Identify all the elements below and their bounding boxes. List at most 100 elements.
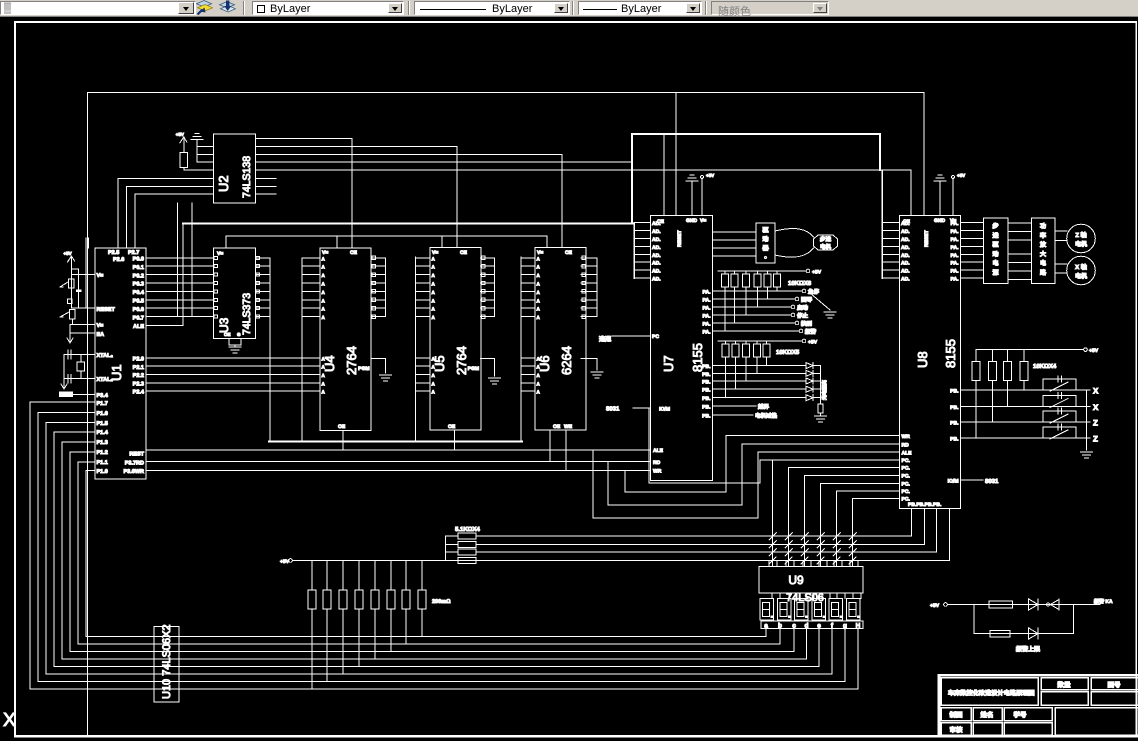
- svg-text:EA: EA: [97, 332, 105, 338]
- svg-text:PB.: PB.: [950, 421, 959, 427]
- svg-text:6264: 6264: [559, 346, 574, 375]
- svg-text:OE: OE: [448, 424, 456, 430]
- svg-text:A: A: [537, 282, 541, 287]
- svg-text:PC.: PC.: [902, 482, 911, 488]
- svg-text:AD.: AD.: [652, 237, 661, 243]
- svg-text:Z: Z: [1093, 419, 1098, 428]
- svg-text:PA.: PA.: [703, 330, 712, 336]
- svg-text:电: 电: [1040, 259, 1046, 267]
- svg-text:电机: 电机: [1075, 240, 1087, 248]
- svg-text:V≡: V≡: [97, 323, 104, 329]
- svg-text:P1.0: P1.0: [97, 469, 108, 475]
- svg-text:X 轴: X 轴: [1075, 263, 1087, 271]
- svg-text:换刷: 换刷: [801, 321, 813, 328]
- svg-text:PB.: PB.: [950, 389, 959, 395]
- svg-text:PA.: PA.: [951, 261, 960, 267]
- svg-text:U7: U7: [661, 355, 676, 372]
- svg-text:A: A: [322, 307, 326, 312]
- svg-text:PA.: PA.: [951, 253, 960, 259]
- svg-text:P1.6: P1.6: [97, 411, 108, 417]
- svg-text:PA.: PA.: [951, 245, 960, 251]
- svg-text:○: ○: [764, 255, 767, 261]
- svg-text:U9: U9: [788, 573, 804, 587]
- svg-text:电机过热: 电机过热: [755, 412, 778, 419]
- svg-text:A: A: [537, 381, 541, 386]
- svg-text:P3.4: P3.4: [97, 393, 109, 399]
- svg-text:+5V: +5V: [812, 270, 822, 276]
- svg-text:PB.: PB.: [702, 396, 711, 402]
- svg-text:+5V: +5V: [1089, 348, 1099, 354]
- svg-text:GND: GND: [934, 218, 946, 224]
- svg-text:CE: CE: [350, 250, 358, 256]
- svg-text:PC.: PC.: [902, 458, 911, 464]
- svg-text:PA.: PA.: [951, 277, 960, 283]
- svg-text:PB.: PB.: [702, 413, 711, 419]
- svg-text:U8: U8: [915, 351, 930, 368]
- svg-text:H: H: [856, 623, 861, 630]
- svg-text:A: A: [432, 256, 436, 261]
- svg-text:P0.6: P0.6: [133, 307, 144, 313]
- svg-text:+5V: +5V: [176, 132, 184, 137]
- svg-text:P1.7: P1.7: [97, 401, 108, 407]
- svg-text:A: A: [432, 290, 436, 295]
- svg-text:ALE: ALE: [653, 448, 664, 454]
- svg-text:AD.: AD.: [652, 245, 661, 251]
- svg-text:车床数控化改造设计电路原理图: 车床数控化改造设计电路原理图: [948, 689, 1035, 697]
- svg-text:RD: RD: [653, 460, 661, 466]
- svg-text:电机: 电机: [820, 244, 832, 251]
- svg-text:AD.: AD.: [652, 253, 661, 259]
- svg-text:源: 源: [992, 269, 998, 277]
- svg-text:P0.7: P0.7: [133, 315, 144, 321]
- svg-text:A: A: [322, 390, 326, 395]
- svg-text:P2.1: P2.1: [133, 365, 144, 371]
- svg-text:P2.3: P2.3: [133, 381, 144, 387]
- svg-text:电: 电: [992, 259, 998, 267]
- svg-text:PB.PB.PB.PB.: PB.PB.PB.PB.: [908, 502, 942, 508]
- svg-text:AD.: AD.: [652, 261, 661, 267]
- svg-text:A: A: [537, 273, 541, 278]
- svg-text:报警 KA: 报警 KA: [1094, 598, 1113, 605]
- svg-text:XTAL₁: XTAL₁: [97, 377, 114, 383]
- svg-text:PB.: PB.: [950, 405, 959, 411]
- svg-text:+5V: +5V: [64, 251, 72, 256]
- svg-text:A: A: [322, 315, 326, 320]
- svg-text:+5V: +5V: [957, 173, 965, 178]
- svg-text:P1.2: P1.2: [97, 450, 108, 456]
- svg-text:X: X: [1093, 403, 1099, 412]
- svg-text:启动: 启动: [797, 305, 809, 312]
- svg-text:A: A: [537, 256, 541, 261]
- svg-text:报警上限: 报警上限: [1016, 645, 1041, 653]
- svg-text:XTAL₂: XTAL₂: [97, 353, 114, 359]
- svg-text:驱: 驱: [992, 242, 998, 249]
- svg-text:ALE: ALE: [133, 324, 144, 330]
- svg-text:P2.0: P2.0: [133, 357, 144, 363]
- svg-text:A: A: [322, 273, 326, 278]
- svg-text:2764: 2764: [344, 346, 359, 375]
- svg-text:AD.: AD.: [652, 277, 661, 283]
- svg-text:RESET: RESET: [677, 230, 683, 247]
- svg-text:急停: 急停: [808, 289, 820, 296]
- svg-text:P2.2: P2.2: [133, 373, 144, 379]
- svg-text:A: A: [432, 390, 436, 395]
- svg-text:U10 74LS06X2: U10 74LS06X2: [161, 624, 173, 699]
- svg-text:步进: 步进: [820, 236, 832, 243]
- svg-text:c: c: [792, 623, 796, 630]
- svg-text:AD.: AD.: [901, 245, 910, 251]
- svg-text:步: 步: [992, 222, 998, 230]
- svg-text:大: 大: [1040, 250, 1046, 258]
- svg-text:A: A: [537, 315, 541, 320]
- svg-text:停止: 停止: [797, 313, 809, 320]
- svg-text:越界: 越界: [757, 404, 770, 411]
- svg-text:5.1KΩX4: 5.1KΩX4: [455, 526, 480, 533]
- svg-text:PA.: PA.: [951, 237, 960, 243]
- svg-text:功: 功: [1040, 222, 1046, 230]
- svg-text:OE: OE: [224, 332, 231, 337]
- svg-text:+5V: +5V: [808, 340, 818, 346]
- svg-text:74LS138: 74LS138: [241, 156, 253, 198]
- svg-text:CE: CE: [565, 250, 573, 256]
- svg-text:IO/M: IO/M: [659, 407, 670, 413]
- svg-text:路: 路: [1040, 269, 1047, 277]
- svg-text:A: A: [537, 307, 541, 312]
- svg-text:PGM: PGM: [358, 366, 369, 372]
- svg-text:制图: 制图: [950, 711, 964, 719]
